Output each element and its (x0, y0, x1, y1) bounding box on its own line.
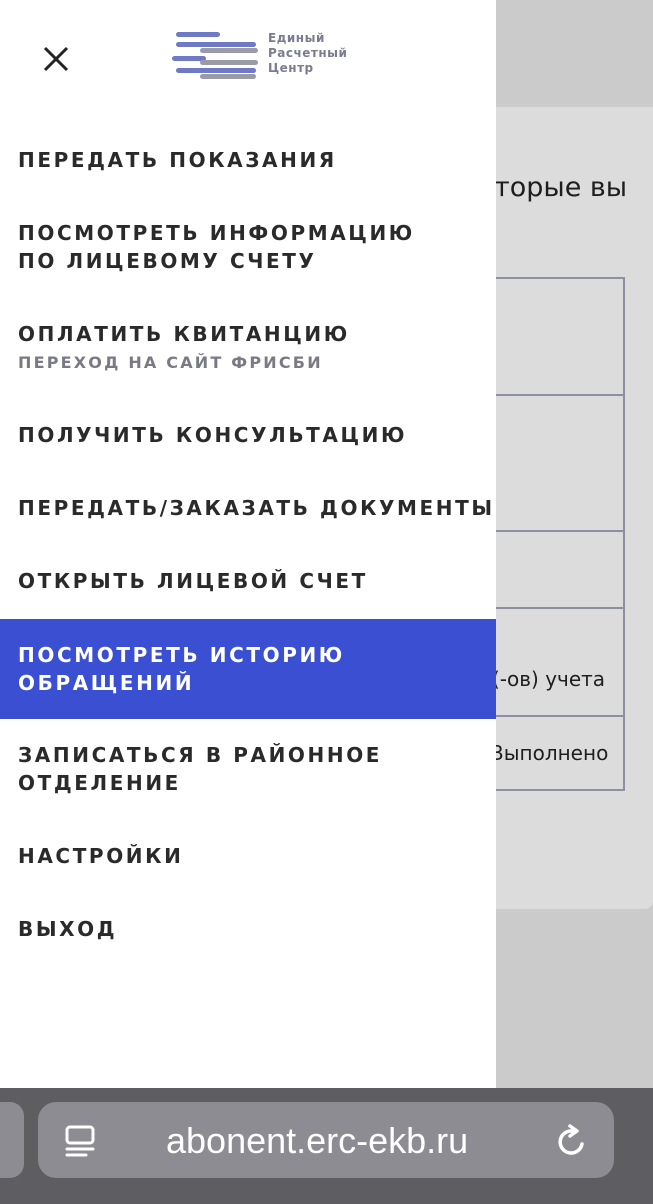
menu-item-documents[interactable]: ПЕРЕДАТЬ/ЗАКАЗАТЬ ДОКУМЕНТЫ (0, 494, 496, 522)
menu-item-label: ПОСМОТРЕТЬ ИСТОРИЮ ОБРАЩЕНИЙ (18, 643, 345, 695)
menu-item-label: ВЫХОД (18, 917, 118, 941)
menu-item-sublabel: ПЕРЕХОД НА САЙТ ФРИСБИ (18, 353, 323, 372)
table-cell: (-ов) учета (492, 667, 606, 691)
background-partial-text: торые вы (494, 172, 628, 203)
previous-tab-stub[interactable] (0, 1102, 24, 1178)
erc-logo[interactable]: Единый Расчетный Центр (172, 30, 362, 82)
menu-item-consultation[interactable]: ПОЛУЧИТЬ КОНСУЛЬТАЦИЮ (0, 421, 496, 449)
menu-item-open-account[interactable]: ОТКРЫТЬ ЛИЦЕВОЙ СЧЕТ (0, 567, 496, 595)
reader-mode-icon[interactable] (64, 1124, 98, 1158)
menu-item-label: ОПЛАТИТЬ КВИТАНЦИЮ (18, 322, 350, 346)
menu-item-request-history[interactable]: ПОСМОТРЕТЬ ИСТОРИЮ ОБРАЩЕНИЙ (0, 619, 496, 719)
menu-item-label: НАСТРОЙКИ (18, 844, 184, 868)
menu-item-label: ЗАПИСАТЬСЯ В РАЙОННОЕ ОТДЕЛЕНИЕ (18, 743, 383, 795)
address-bar[interactable]: abonent.erc-ekb.ru (38, 1102, 614, 1178)
reload-icon[interactable] (554, 1124, 590, 1160)
menu-item-label: ПОСМОТРЕТЬ ИНФОРМАЦИЮ ПО ЛИЦЕВОМУ СЧЕТУ (18, 221, 415, 273)
logo-text: Единый Расчетный Центр (268, 31, 347, 76)
menu-item-submit-readings[interactable]: ПЕРЕДАТЬ ПОКАЗАНИЯ (0, 146, 496, 174)
menu-item-account-info[interactable]: ПОСМОТРЕТЬ ИНФОРМАЦИЮ ПО ЛИЦЕВОМУ СЧЕТУ (0, 219, 496, 275)
browser-toolbar: abonent.erc-ekb.ru (0, 1088, 653, 1204)
menu-item-logout[interactable]: ВЫХОД (0, 915, 496, 943)
menu-item-settings[interactable]: НАСТРОЙКИ (0, 842, 496, 870)
menu-item-label: ПОЛУЧИТЬ КОНСУЛЬТАЦИЮ (18, 423, 408, 447)
url-text: abonent.erc-ekb.ru (166, 1120, 469, 1161)
logo-line: Центр (268, 61, 314, 75)
table-cell: Выполнено (490, 741, 609, 765)
close-menu-button[interactable] (30, 33, 82, 85)
menu-item-label: ОТКРЫТЬ ЛИЦЕВОЙ СЧЕТ (18, 569, 368, 593)
menu-item-label: ПЕРЕДАТЬ/ЗАКАЗАТЬ ДОКУМЕНТЫ (18, 496, 495, 520)
logo-line: Единый (268, 31, 325, 45)
menu-item-district-office[interactable]: ЗАПИСАТЬСЯ В РАЙОННОЕ ОТДЕЛЕНИЕ (0, 741, 496, 797)
logo-stripes-icon (172, 32, 258, 79)
navigation-drawer: Единый Расчетный Центр ПЕРЕДАТЬ ПОКАЗАНИ… (0, 0, 496, 1088)
logo-line: Расчетный (268, 46, 348, 60)
menu-item-pay-receipt[interactable]: ОПЛАТИТЬ КВИТАНЦИЮ ПЕРЕХОД НА САЙТ ФРИСБ… (0, 320, 496, 374)
menu-item-label: ПЕРЕДАТЬ ПОКАЗАНИЯ (18, 148, 337, 172)
close-icon (43, 46, 69, 72)
